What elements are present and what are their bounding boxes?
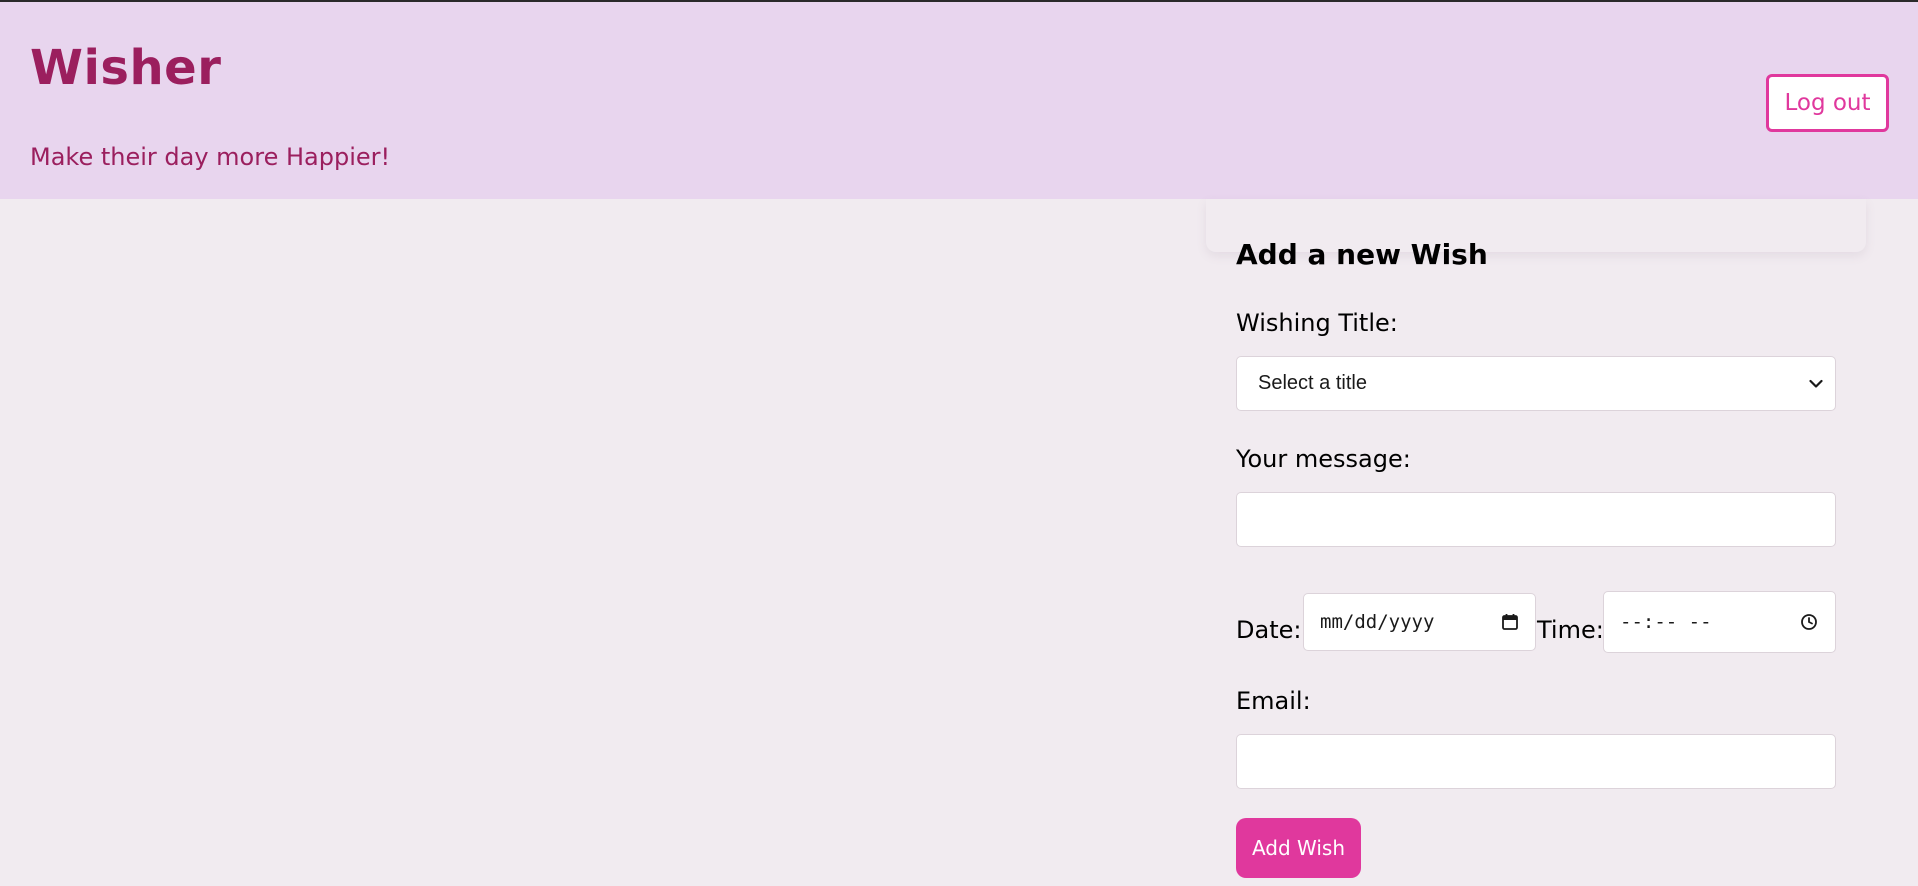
time-placeholder: --:-- -- [1620, 611, 1712, 633]
date-placeholder: mm/dd/yyyy [1320, 611, 1435, 633]
logout-button[interactable]: Log out [1766, 74, 1889, 132]
date-label: Date: [1236, 616, 1302, 644]
chevron-down-icon [1809, 379, 1823, 388]
email-input[interactable] [1236, 734, 1836, 789]
message-label: Your message: [1236, 445, 1411, 473]
clock-icon[interactable] [1800, 613, 1818, 631]
wishing-title-select-value: Select a title [1258, 372, 1367, 394]
time-label: Time: [1537, 616, 1604, 644]
time-input[interactable]: --:-- -- [1603, 591, 1836, 653]
calendar-icon[interactable] [1501, 613, 1519, 631]
wishing-title-label: Wishing Title: [1236, 309, 1398, 337]
form-heading: Add a new Wish [1236, 238, 1488, 271]
site-title: Wisher [30, 40, 222, 96]
email-label: Email: [1236, 687, 1311, 715]
add-wish-button[interactable]: Add Wish [1236, 818, 1361, 878]
date-input[interactable]: mm/dd/yyyy [1303, 593, 1536, 651]
site-header: Wisher Make their day more Happier! Log … [0, 2, 1918, 199]
wishing-title-select[interactable]: Select a title [1236, 356, 1836, 411]
message-input[interactable] [1236, 492, 1836, 547]
site-tagline: Make their day more Happier! [30, 143, 391, 171]
